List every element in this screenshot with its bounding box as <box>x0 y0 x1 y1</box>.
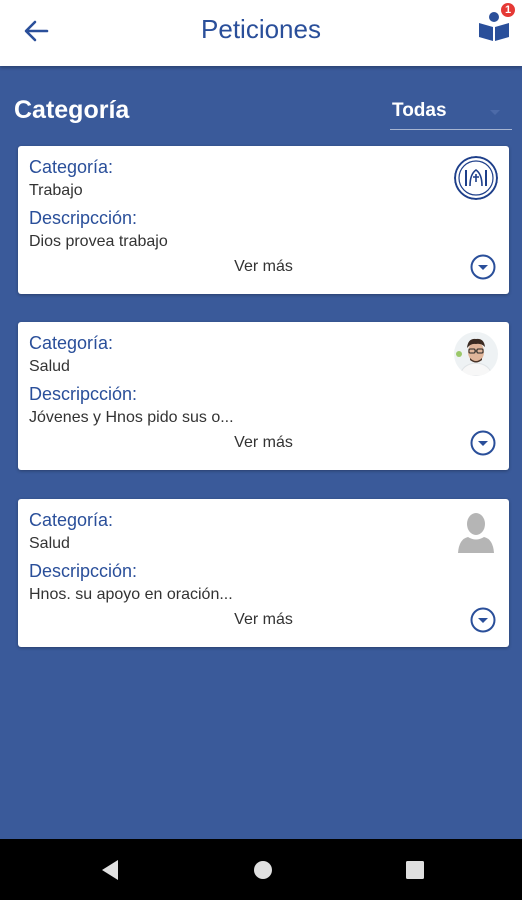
default-person-icon <box>458 513 494 553</box>
person-photo-icon <box>454 332 498 376</box>
see-more-link[interactable]: Ver más <box>18 611 509 629</box>
book-reader-button[interactable]: 1 <box>476 2 516 44</box>
description-value: Hnos. su apoyo en oración... <box>29 586 233 603</box>
category-value: Salud <box>29 358 70 375</box>
chevron-down-circle-icon[interactable] <box>470 254 496 280</box>
description-label: Descripcción: <box>29 208 138 228</box>
filter-label: Categoría <box>14 96 130 124</box>
avatar <box>454 332 498 376</box>
notification-badge: 1 <box>500 2 516 18</box>
chevron-down-circle-icon[interactable] <box>470 607 496 633</box>
category-value: Trabajo <box>29 182 83 199</box>
category-label: Categoría: <box>29 157 114 177</box>
see-more-link[interactable]: Ver más <box>18 434 509 452</box>
system-nav-bar <box>0 839 522 900</box>
description-label: Descripcción: <box>29 384 138 404</box>
petition-card[interactable]: Categoría: Salud Descripcción: Jóvenes y… <box>18 322 509 470</box>
description-label: Descripcción: <box>29 561 138 581</box>
back-triangle-icon[interactable] <box>98 857 124 883</box>
caret-down-icon <box>490 110 500 115</box>
description-value: Jóvenes y Hnos pido sus o... <box>29 409 234 426</box>
avatar <box>454 509 498 553</box>
church-logo-icon <box>454 156 498 200</box>
petition-card[interactable]: Categoría: Salud Descripcción: Hnos. su … <box>18 499 509 647</box>
avatar <box>454 156 498 200</box>
category-label: Categoría: <box>29 333 114 353</box>
main-content: Categoría Todas Categoría: Trabajo Descr… <box>0 66 522 839</box>
chevron-down-circle-icon[interactable] <box>470 430 496 456</box>
page-title: Peticiones <box>201 14 321 44</box>
petition-card[interactable]: Categoría: Trabajo Descripcción: Dios pr… <box>18 146 509 294</box>
home-circle-icon[interactable] <box>250 857 276 883</box>
category-dropdown-value: Todas <box>392 100 447 121</box>
category-dropdown[interactable]: Todas <box>390 94 512 130</box>
description-value: Dios provea trabajo <box>29 233 168 250</box>
see-more-link[interactable]: Ver más <box>18 258 509 276</box>
recents-square-icon[interactable] <box>402 857 428 883</box>
category-label: Categoría: <box>29 510 114 530</box>
category-value: Salud <box>29 535 70 552</box>
app-bar: Peticiones 1 <box>0 0 522 66</box>
